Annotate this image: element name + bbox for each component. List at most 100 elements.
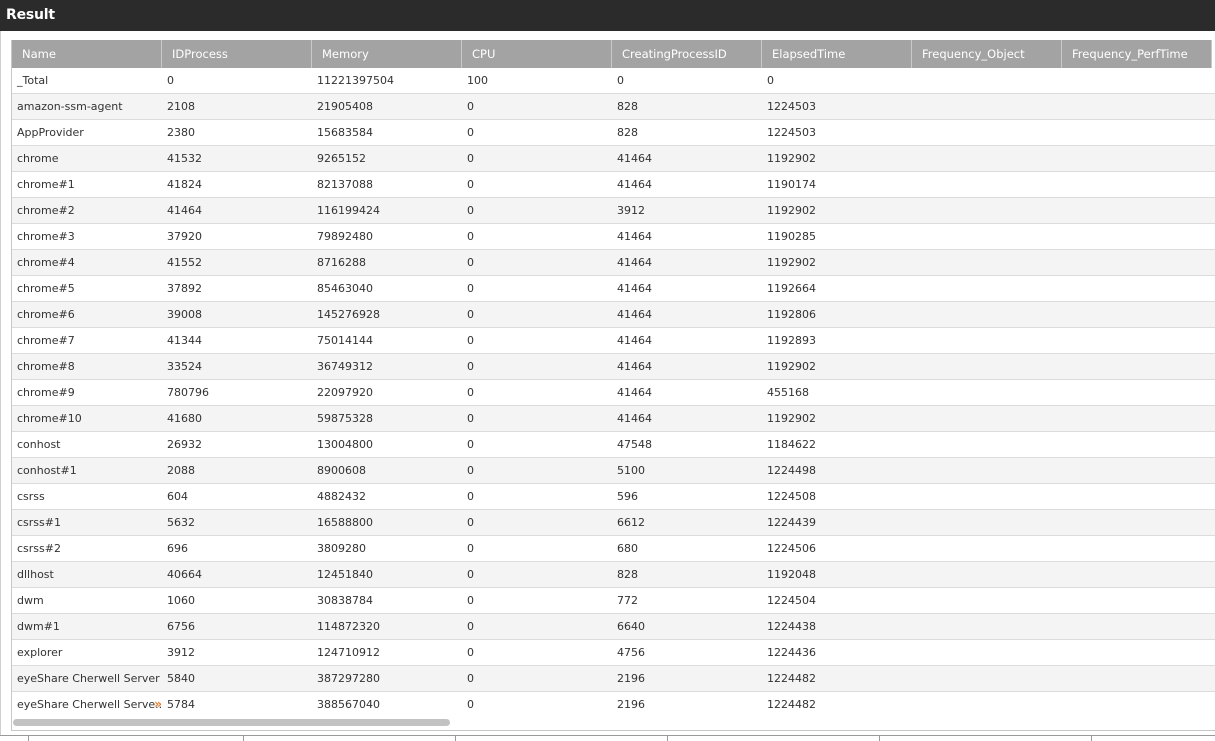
cell-elapsedtime: 1192902 <box>762 354 912 379</box>
cell-elapsedtime: 1224436 <box>762 640 912 665</box>
column-header-frequency-object[interactable]: Frequency_Object <box>912 40 1062 68</box>
cell-frequency-object <box>912 510 1062 535</box>
table-row[interactable]: dwm#1 6756 114872320 0 6640 1224438 <box>12 614 1215 640</box>
table-row[interactable]: chrome 41532 9265152 0 41464 1192902 <box>12 146 1215 172</box>
table-row[interactable]: eyeShare Cherwell Server 5840 387297280 0 21… <box>12 666 1215 692</box>
cell-value: csrss#1 <box>17 516 61 529</box>
cell-value: 41824 <box>167 178 202 191</box>
table-row[interactable]: chrome#10 41680 59875328 0 41464 1192902 <box>12 406 1215 432</box>
cell-value: eyeShare Cherwell Serve... <box>17 698 162 711</box>
cell-frequency-perftime <box>1062 224 1212 249</box>
table-row[interactable]: chrome#7 41344 75014144 0 41464 1192893 <box>12 328 1215 354</box>
cell-memory: 12451840 <box>312 562 462 587</box>
column-header-cpu[interactable]: CPU <box>462 40 612 68</box>
cell-name: chrome#7 <box>12 328 162 353</box>
table-row[interactable]: csrss#1 5632 16588800 0 6612 1224439 <box>12 510 1215 536</box>
cell-memory: 116199424 <box>312 198 462 223</box>
table-row[interactable]: dwm 1060 30838784 0 772 1224504 <box>12 588 1215 614</box>
table-row[interactable]: conhost#1 2088 8900608 0 5100 1224498 <box>12 458 1215 484</box>
cell-creatingprocessid: 6640 <box>612 614 762 639</box>
cell-value: 828 <box>617 126 638 139</box>
cell-value: 0 <box>467 126 474 139</box>
cell-elapsedtime: 1224506 <box>762 536 912 561</box>
cell-creatingprocessid: 41464 <box>612 406 762 431</box>
column-header-name[interactable]: Name <box>12 40 162 68</box>
cell-cpu: 0 <box>462 692 612 717</box>
cell-frequency-perftime <box>1062 484 1212 509</box>
cell-idprocess: 1060 <box>162 588 312 613</box>
cell-value: 41464 <box>617 308 652 321</box>
cell-value: AppProvider <box>17 126 84 139</box>
horizontal-scrollbar-thumb[interactable] <box>13 719 450 726</box>
cell-frequency-perftime <box>1062 666 1212 691</box>
table-row[interactable]: explorer 3912 124710912 0 4756 1224436 <box>12 640 1215 666</box>
cell-value: 41464 <box>617 178 652 191</box>
table-row[interactable]: csrss#2 696 3809280 0 680 1224506 <box>12 536 1215 562</box>
cell-idprocess: 696 <box>162 536 312 561</box>
cell-creatingprocessid: 41464 <box>612 354 762 379</box>
cell-frequency-perftime <box>1062 588 1212 613</box>
table-row[interactable]: chrome#6 39008 145276928 0 41464 1192806 <box>12 302 1215 328</box>
cell-value: csrss <box>17 490 45 503</box>
table-row[interactable]: dllhost 40664 12451840 0 828 1192048 <box>12 562 1215 588</box>
table-row[interactable]: eyeShare Cherwell Serve...» 5784 388567040… <box>12 692 1215 718</box>
cell-value: 1192664 <box>767 282 816 295</box>
cell-value: chrome#6 <box>17 308 75 321</box>
cell-value: chrome#9 <box>17 386 75 399</box>
column-header-idprocess[interactable]: IDProcess <box>162 40 312 68</box>
table-row[interactable]: chrome#3 37920 79892480 0 41464 1190285 <box>12 224 1215 250</box>
table-row[interactable]: amazon-ssm-agent 2108 21905408 0 828 1224503 <box>12 94 1215 120</box>
cell-value: 0 <box>467 308 474 321</box>
cell-idprocess: 5784 <box>162 692 312 717</box>
table-row[interactable]: chrome#8 33524 36749312 0 41464 1192902 <box>12 354 1215 380</box>
footer-divider <box>1091 736 1092 741</box>
table-row[interactable]: AppProvider 2380 15683584 0 828 1224503 <box>12 120 1215 146</box>
cell-elapsedtime: 0 <box>762 68 912 93</box>
cell-value: 39008 <box>167 308 202 321</box>
table-row[interactable]: _Total 0 11221397504 100 0 0 <box>12 68 1215 94</box>
cell-cpu: 0 <box>462 562 612 587</box>
horizontal-scrollbar[interactable] <box>12 717 1215 727</box>
footer-divider <box>455 736 456 741</box>
cell-frequency-object <box>912 536 1062 561</box>
cell-memory: 124710912 <box>312 640 462 665</box>
column-header-elapsedtime[interactable]: ElapsedTime <box>762 40 912 68</box>
cell-elapsedtime: 1224508 <box>762 484 912 509</box>
table-row[interactable]: csrss 604 4882432 0 596 1224508 <box>12 484 1215 510</box>
column-header-creatingprocessid[interactable]: CreatingProcessID <box>612 40 762 68</box>
table-row[interactable]: chrome#4 41552 8716288 0 41464 1192902 <box>12 250 1215 276</box>
cell-name: conhost <box>12 432 162 457</box>
cell-cpu: 0 <box>462 666 612 691</box>
cell-frequency-perftime <box>1062 328 1212 353</box>
cell-creatingprocessid: 4756 <box>612 640 762 665</box>
cell-cpu: 0 <box>462 146 612 171</box>
cell-cpu: 0 <box>462 250 612 275</box>
cell-idprocess: 41680 <box>162 406 312 431</box>
cell-value: 6756 <box>167 620 195 633</box>
cell-value: 1060 <box>167 594 195 607</box>
column-header-memory[interactable]: Memory <box>312 40 462 68</box>
table-row[interactable]: conhost 26932 13004800 0 47548 1184622 <box>12 432 1215 458</box>
cell-elapsedtime: 1190285 <box>762 224 912 249</box>
cell-value: 13004800 <box>317 438 373 451</box>
double-chevron-right-icon[interactable]: » <box>154 692 162 716</box>
cell-cpu: 0 <box>462 276 612 301</box>
table-row[interactable]: chrome#9 780796 22097920 0 41464 455168 <box>12 380 1215 406</box>
cell-frequency-perftime <box>1062 302 1212 327</box>
cell-cpu: 0 <box>462 302 612 327</box>
grid-body: _Total 0 11221397504 100 0 0 amazon-ssm-agent 2… <box>12 68 1215 718</box>
table-row[interactable]: chrome#5 37892 85463040 0 41464 1192664 <box>12 276 1215 302</box>
table-row[interactable]: chrome#1 41824 82137088 0 41464 1190174 <box>12 172 1215 198</box>
cell-value: 2196 <box>617 698 645 711</box>
cell-memory: 8716288 <box>312 250 462 275</box>
cell-memory: 9265152 <box>312 146 462 171</box>
cell-creatingprocessid: 3912 <box>612 198 762 223</box>
cell-value: 1190174 <box>767 178 816 191</box>
cell-name: chrome#3 <box>12 224 162 249</box>
column-header-frequency-perftime[interactable]: Frequency_PerfTime <box>1062 40 1212 68</box>
cell-value: 0 <box>467 646 474 659</box>
cell-creatingprocessid: 2196 <box>612 692 762 717</box>
cell-cpu: 0 <box>462 614 612 639</box>
table-row[interactable]: chrome#2 41464 116199424 0 3912 1192902 <box>12 198 1215 224</box>
cell-frequency-object <box>912 328 1062 353</box>
